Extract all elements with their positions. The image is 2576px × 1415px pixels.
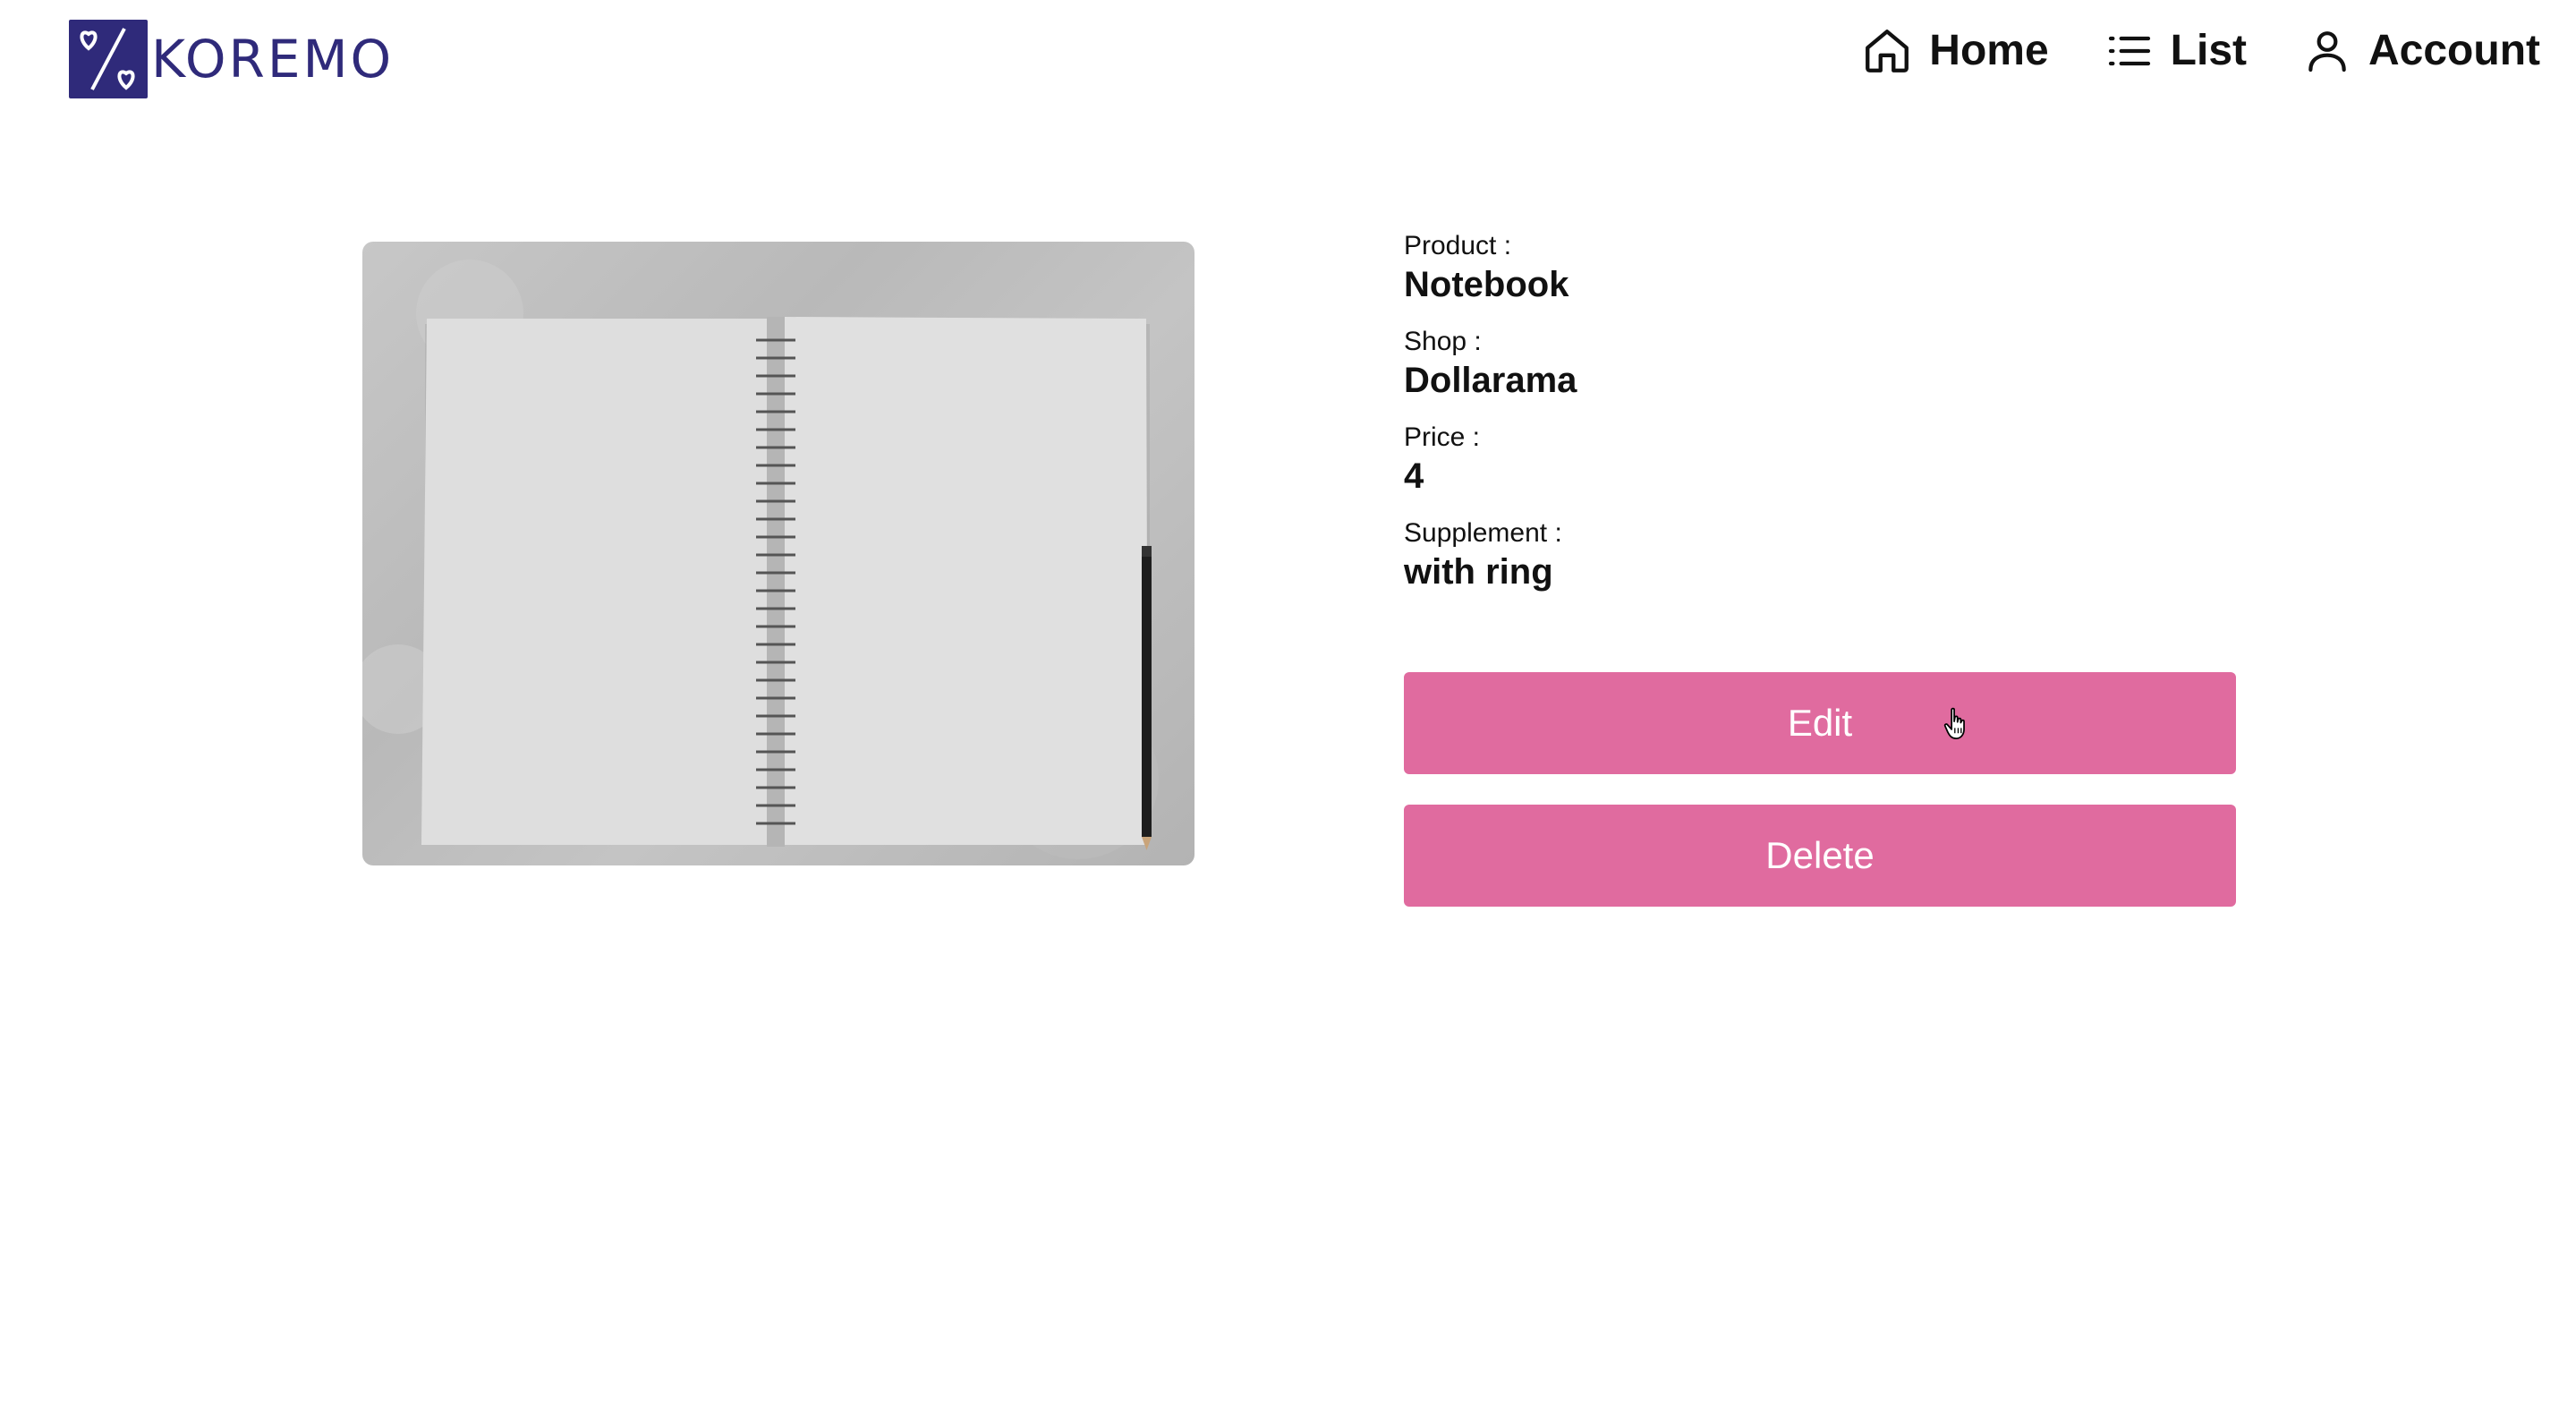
logo[interactable]: KOREMO <box>69 20 394 98</box>
product-value: Notebook <box>1404 265 1569 304</box>
shop-label: Shop : <box>1404 327 1482 356</box>
shop-value: Dollarama <box>1404 361 1577 400</box>
product-label: Product : <box>1404 231 1512 260</box>
supplement-label: Supplement : <box>1404 518 1562 548</box>
home-icon <box>1861 25 1913 77</box>
price-label: Price : <box>1404 422 1481 452</box>
logo-icon <box>69 20 148 98</box>
nav-home[interactable]: Home <box>1861 25 2049 77</box>
nav-list-label: List <box>2170 27 2247 74</box>
user-icon <box>2302 26 2352 76</box>
page: KOREMO Home List Account Product: Noteb… <box>0 0 2576 1415</box>
shop-field: Shop : Dollarama <box>1404 324 2236 402</box>
edit-button[interactable]: Edit <box>1404 672 2236 774</box>
pointer-cursor-icon <box>1943 707 1970 746</box>
delete-button[interactable]: Delete <box>1404 805 2236 907</box>
main-nav: Home List Account <box>1861 25 2540 77</box>
price-field: Price : 4 <box>1404 420 2236 498</box>
nav-home-label: Home <box>1929 27 2049 74</box>
supplement-field: Supplement : with ring <box>1404 516 2236 593</box>
price-value: 4 <box>1404 456 1424 496</box>
product-field: Product : Notebook <box>1404 228 2236 306</box>
product-details: Product : Notebook Shop : Dollarama Pric… <box>1404 228 2236 611</box>
nav-account[interactable]: Account <box>2302 26 2540 76</box>
nav-list[interactable]: List <box>2104 26 2247 76</box>
list-icon <box>2104 26 2155 76</box>
nav-account-label: Account <box>2368 27 2540 74</box>
supplement-value: with ring <box>1404 552 1553 592</box>
product-image <box>362 242 1194 865</box>
logo-text: KOREMO <box>151 29 395 90</box>
